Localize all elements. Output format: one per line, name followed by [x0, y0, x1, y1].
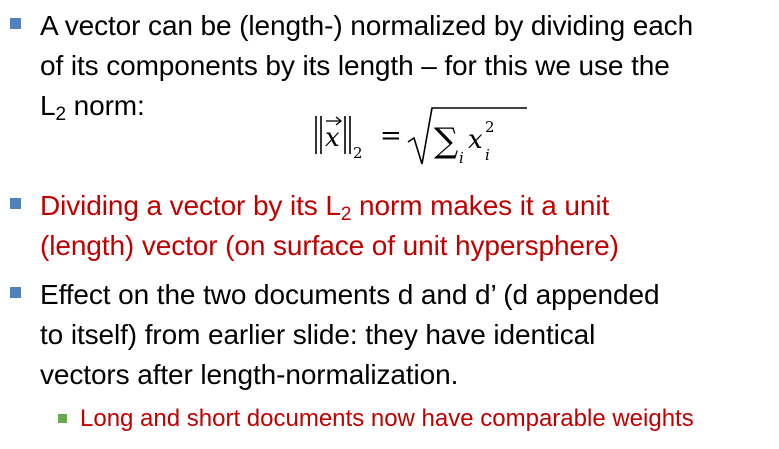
- bullet-marker-icon: [10, 18, 21, 29]
- l2-norm-formula: x 2 = ∑ i x 2 i: [312, 104, 532, 174]
- bullet-line: of its components by its length – for th…: [40, 50, 670, 81]
- bullet-line: Dividing a vector by its L2 norm makes i…: [40, 186, 775, 226]
- term-subscript: i: [485, 146, 490, 164]
- sum-symbol: ∑: [434, 121, 458, 161]
- bullet-effect-documents: Effect on the two documents d and d’ (d …: [10, 275, 775, 395]
- bullet-marker-icon: [10, 198, 21, 209]
- bullet-line: vectors after length-normalization.: [40, 359, 459, 390]
- text-fragment: L: [40, 90, 56, 121]
- text-fragment: norm makes it a unit: [351, 190, 610, 221]
- bullet-unit-vector: Dividing a vector by its L2 norm makes i…: [10, 186, 775, 266]
- term-superscript: 2: [485, 118, 495, 136]
- bullet-marker-icon: [10, 287, 21, 298]
- sub-bullet-comparable-weights: Long and short documents now have compar…: [58, 402, 775, 436]
- text-fragment: Dividing a vector by its L: [40, 190, 341, 221]
- subscript: 2: [55, 104, 66, 125]
- vector-var: x: [325, 123, 340, 153]
- sub-bullet-text: Long and short documents now have compar…: [80, 405, 694, 432]
- term-var: x: [468, 125, 483, 155]
- slide: A vector can be (length-) normalized by …: [0, 0, 779, 449]
- text-fragment: norm:: [65, 90, 145, 121]
- sum-subscript: i: [459, 149, 464, 167]
- bullet-line: A vector can be (length-) normalized by …: [40, 10, 694, 41]
- subscript: 2: [340, 204, 352, 225]
- bullet-line: Effect on the two documents d and d’ (d …: [40, 279, 660, 310]
- norm-subscript: 2: [353, 144, 363, 162]
- equals-sign: =: [380, 121, 402, 151]
- bullet-line: to itself) from earlier slide: they have…: [40, 319, 596, 350]
- sub-bullet-marker-icon: [58, 414, 67, 423]
- bullet-line: (length) vector (on surface of unit hype…: [40, 230, 619, 261]
